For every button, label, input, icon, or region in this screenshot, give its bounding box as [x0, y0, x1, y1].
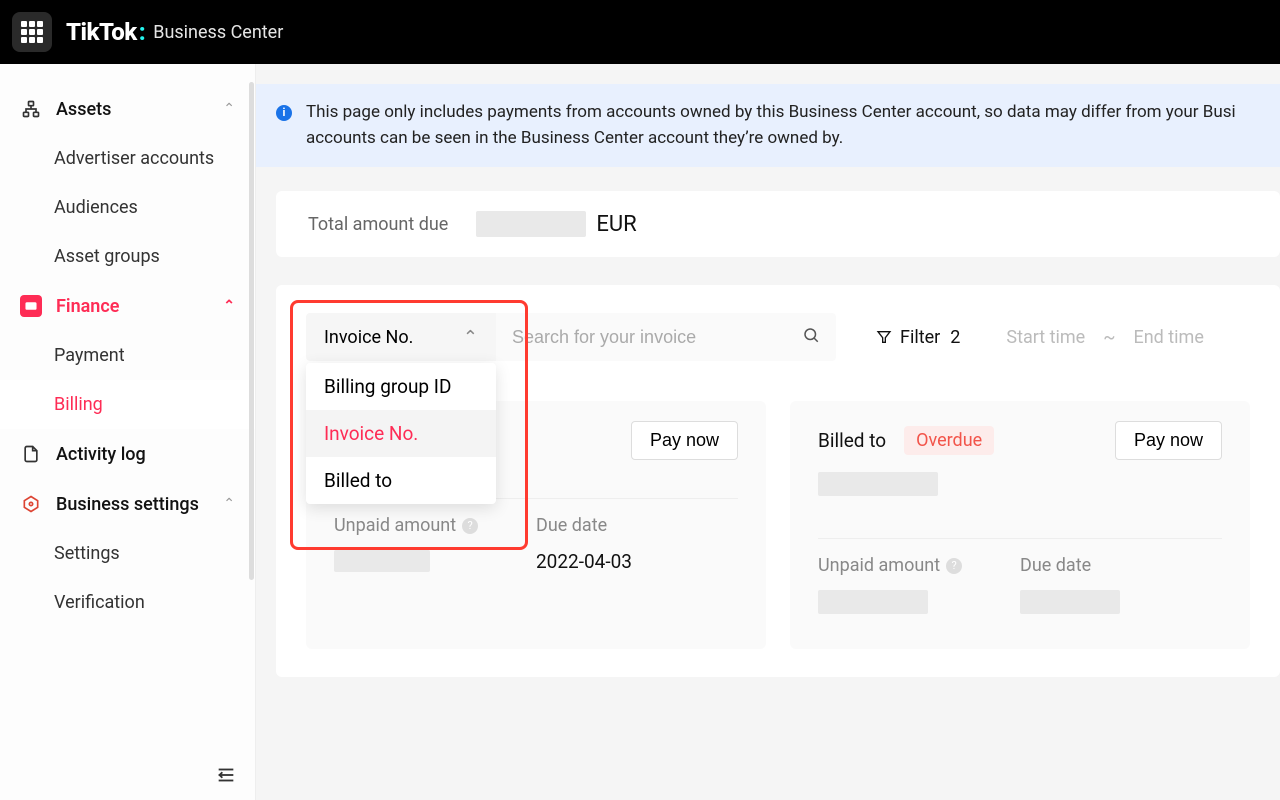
sidebar-label: Assets: [56, 99, 111, 120]
due-date-header: Due date: [1020, 555, 1222, 576]
unpaid-header: Unpaid amount ?: [818, 555, 1020, 576]
brand-sub: Business Center: [153, 22, 283, 43]
app-switcher-button[interactable]: [12, 12, 52, 52]
search-input[interactable]: [512, 327, 792, 348]
scrollbar[interactable]: [249, 82, 254, 580]
dropdown-option[interactable]: Billed to: [306, 457, 496, 504]
hierarchy-icon: [20, 98, 42, 120]
sidebar-item-settings[interactable]: Settings: [0, 529, 255, 578]
info-icon: i: [276, 105, 292, 121]
info-banner: i This page only includes payments from …: [256, 84, 1280, 167]
sidebar: Assets ⌃ Advertiser accounts Audiences A…: [0, 64, 256, 800]
dropdown-option-selected[interactable]: Invoice No.: [306, 410, 496, 457]
select-value: Invoice No.: [324, 327, 413, 348]
chevron-up-icon: ⌃: [223, 496, 235, 512]
search-field-dropdown: Billing group ID Invoice No. Billed to: [306, 363, 496, 504]
start-time-placeholder: Start time: [1006, 327, 1085, 348]
help-icon[interactable]: ?: [946, 558, 962, 574]
redacted-merchant: [818, 472, 938, 496]
sidebar-item-business-settings[interactable]: Business settings ⌃: [0, 479, 255, 529]
chevron-up-icon: ⌃: [463, 327, 478, 348]
date-range-picker[interactable]: Start time ~ End time: [1006, 313, 1204, 361]
range-separator: ~: [1103, 327, 1115, 348]
sidebar-item-finance[interactable]: Finance ⌃: [0, 281, 255, 331]
total-due-label: Total amount due: [308, 214, 448, 235]
sidebar-item-verification[interactable]: Verification: [0, 578, 255, 627]
wallet-icon: [20, 295, 42, 317]
sidebar-label: Business settings: [56, 494, 199, 515]
due-date-header: Due date: [536, 515, 738, 536]
sidebar-item-asset-groups[interactable]: Asset groups: [0, 232, 255, 281]
overdue-badge: Overdue: [904, 426, 994, 455]
collapse-sidebar-button[interactable]: [215, 764, 237, 790]
search-field-select[interactable]: Invoice No. ⌃: [306, 313, 496, 361]
currency: EUR: [596, 212, 636, 237]
pay-now-button[interactable]: Pay now: [1115, 421, 1222, 460]
sidebar-item-payment[interactable]: Payment: [0, 331, 255, 380]
sidebar-label: Activity log: [56, 444, 146, 465]
settings-hex-icon: [20, 493, 42, 515]
pay-now-button[interactable]: Pay now: [631, 421, 738, 460]
sidebar-item-advertiser[interactable]: Advertiser accounts: [0, 134, 255, 183]
chevron-up-icon: ⌃: [223, 101, 235, 117]
sidebar-item-activity[interactable]: Activity log: [0, 429, 255, 479]
sidebar-item-audiences[interactable]: Audiences: [0, 183, 255, 232]
invoice-list: Invoice No. ⌃ Filter 2 Start time ~: [276, 285, 1280, 677]
filter-label: Filter: [900, 327, 940, 348]
filter-icon: [876, 329, 892, 345]
total-due-card: Total amount due EUR: [276, 191, 1280, 257]
chevron-up-icon: ⌃: [223, 298, 235, 314]
invoice-card: Billed to Overdue Pay now Unpaid amount …: [790, 401, 1250, 649]
due-date-value: 2022-04-03: [536, 550, 738, 573]
filter-count: 2: [950, 327, 960, 348]
help-icon[interactable]: ?: [462, 518, 478, 534]
document-icon: [20, 443, 42, 465]
unpaid-header: Unpaid amount ?: [334, 515, 536, 536]
sidebar-item-assets[interactable]: Assets ⌃: [0, 84, 255, 134]
billed-to-label: Billed to: [818, 429, 886, 452]
end-time-placeholder: End time: [1133, 327, 1203, 348]
info-text: This page only includes payments from ac…: [306, 100, 1260, 151]
redacted-value: [1020, 590, 1120, 614]
sidebar-label: Finance: [56, 296, 119, 317]
redacted-value: [818, 590, 928, 614]
filter-button[interactable]: Filter 2: [860, 313, 976, 361]
grid-icon: [21, 21, 43, 43]
brand-logo: TikTok:: [66, 18, 145, 46]
search-icon[interactable]: [802, 326, 820, 348]
sidebar-item-billing[interactable]: Billing: [0, 380, 255, 429]
search-wrapper: [496, 313, 836, 361]
redacted-value: [334, 550, 430, 572]
redacted-amount: [476, 211, 586, 237]
dropdown-option[interactable]: Billing group ID: [306, 363, 496, 410]
